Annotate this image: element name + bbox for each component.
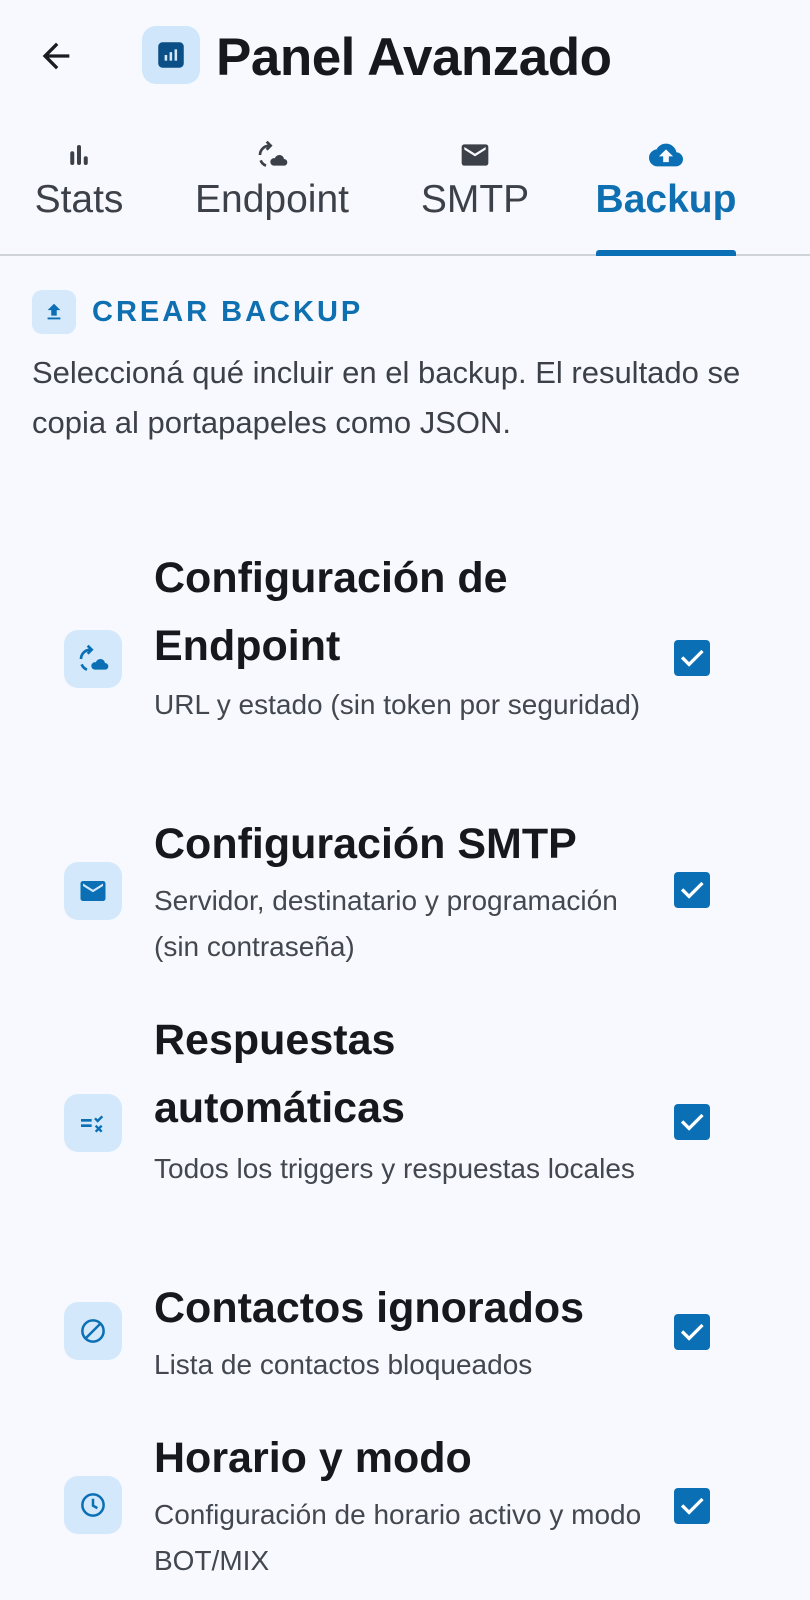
check-icon xyxy=(680,1497,704,1515)
tab-label: SMTP xyxy=(420,178,530,221)
active-tab-indicator xyxy=(596,250,736,256)
section-title: CREAR BACKUP xyxy=(92,295,364,328)
bar-chart-icon xyxy=(62,138,96,172)
mail-icon xyxy=(64,862,122,920)
clock-icon xyxy=(64,1476,122,1534)
schedule-mode-checkbox[interactable] xyxy=(674,1488,710,1524)
tab-label: Stats xyxy=(34,178,124,221)
sync-cloud-icon xyxy=(255,138,289,172)
tab-bar: Stats Endpoint SMTP Backup xyxy=(0,130,810,256)
check-icon xyxy=(680,1323,704,1341)
endpoint-checkbox[interactable] xyxy=(674,640,710,676)
option-title: Respuestas automáticas xyxy=(154,1016,405,1132)
option-title: Horario y modo xyxy=(154,1434,472,1482)
back-button[interactable] xyxy=(24,24,88,88)
check-icon xyxy=(680,881,704,899)
option-title: Configuración SMTP xyxy=(154,820,577,868)
dashboard-icon xyxy=(142,26,200,84)
section-description: Seleccioná qué incluir en el backup. El … xyxy=(32,355,741,440)
page-title: Panel Avanzado xyxy=(216,28,612,87)
mail-icon xyxy=(458,138,492,172)
arrow-left-icon xyxy=(42,42,70,70)
tab-label: Backup xyxy=(595,178,737,221)
check-icon xyxy=(680,1113,704,1131)
option-subtitle: Lista de contactos bloqueados xyxy=(154,1349,533,1380)
tab-endpoint[interactable]: Endpoint xyxy=(182,130,362,254)
tab-backup[interactable]: Backup xyxy=(586,130,746,254)
option-subtitle: Configuración de horario activo y modo B… xyxy=(154,1499,642,1576)
smtp-checkbox[interactable] xyxy=(674,872,710,908)
tab-stats[interactable]: Stats xyxy=(16,130,142,254)
option-title: Contactos ignorados xyxy=(154,1284,585,1332)
check-icon xyxy=(680,649,704,667)
cloud-upload-icon xyxy=(649,138,683,172)
tab-label: Endpoint xyxy=(195,178,349,221)
sync-cloud-icon xyxy=(64,630,122,688)
auto-replies-checkbox[interactable] xyxy=(674,1104,710,1140)
app-bar: Panel Avanzado xyxy=(0,0,810,120)
upload-icon xyxy=(32,290,76,334)
option-subtitle: URL y estado (sin token por seguridad) xyxy=(154,689,641,720)
ignored-contacts-checkbox[interactable] xyxy=(674,1314,710,1350)
section-header: CREAR BACKUP xyxy=(32,290,363,334)
option-subtitle: Servidor, destinatario y programación (s… xyxy=(154,885,618,962)
tab-smtp[interactable]: SMTP xyxy=(404,130,546,254)
option-subtitle: Todos los triggers y respuestas locales xyxy=(154,1153,635,1184)
option-title: Configuración de Endpoint xyxy=(154,554,508,670)
block-icon xyxy=(64,1302,122,1360)
rule-icon xyxy=(64,1094,122,1152)
